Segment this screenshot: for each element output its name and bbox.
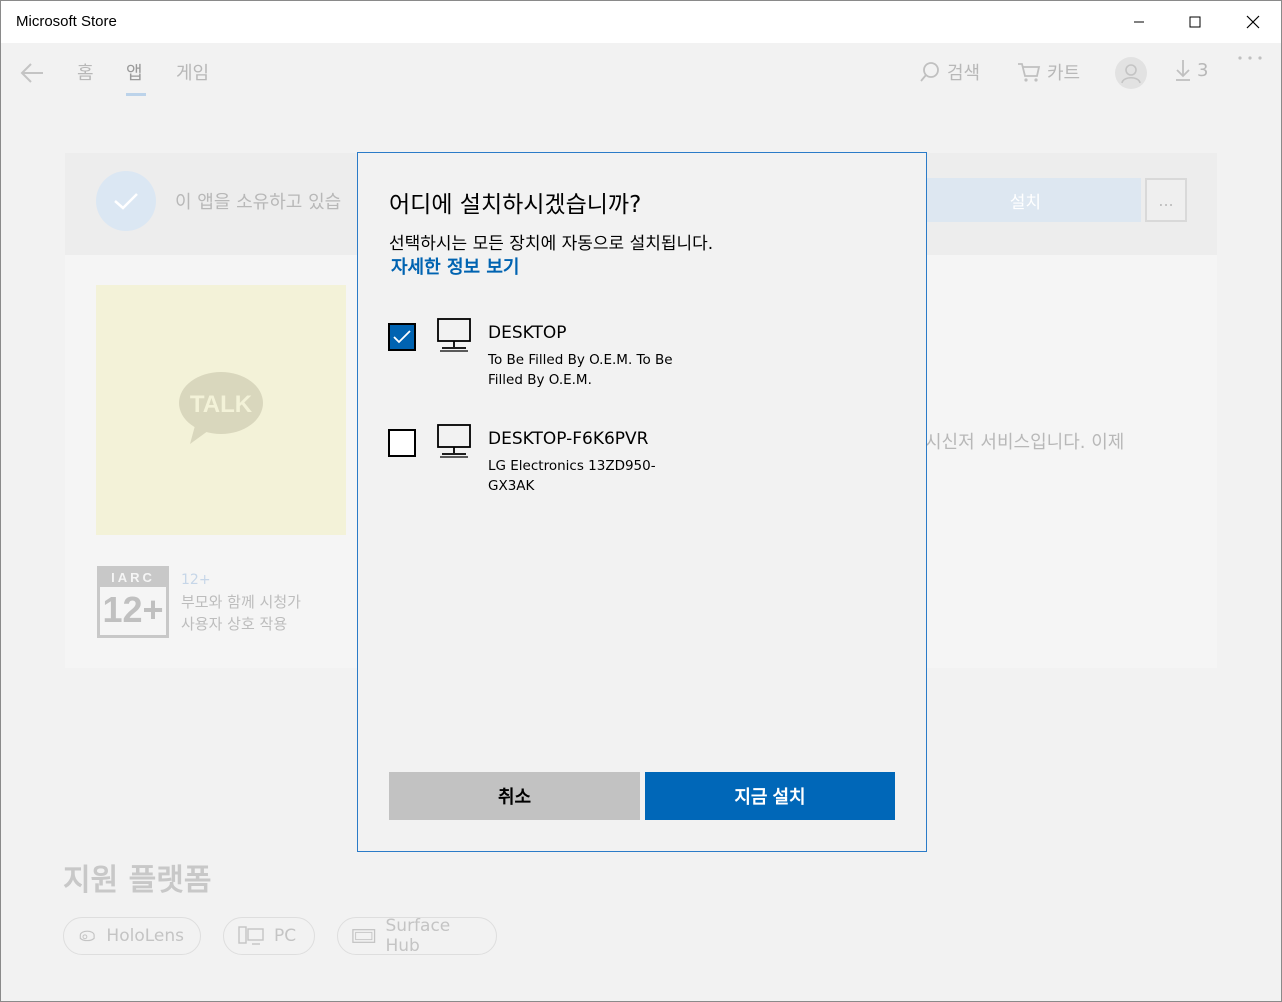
rating-line-1: 부모와 함께 시청가 bbox=[181, 593, 301, 611]
more-options-button[interactable]: ... bbox=[1145, 178, 1187, 222]
close-button[interactable] bbox=[1225, 1, 1281, 43]
user-icon bbox=[1121, 64, 1141, 84]
platform-label: Surface Hub bbox=[385, 916, 451, 956]
rating-line-2: 사용자 상호 작용 bbox=[181, 615, 288, 633]
platform-chip-pc[interactable]: PC bbox=[223, 917, 315, 955]
user-avatar-button[interactable] bbox=[1115, 57, 1147, 89]
checkmark-icon bbox=[393, 330, 411, 344]
device-checkbox[interactable] bbox=[388, 429, 416, 457]
install-button-background[interactable]: 설치 bbox=[905, 178, 1141, 222]
more-dots-icon bbox=[1238, 56, 1262, 60]
device-checkbox[interactable] bbox=[388, 323, 416, 351]
install-location-dialog: 어디에 설치하시겠습니까? 선택하시는 모든 장치에 자동으로 설치됩니다. 자… bbox=[357, 152, 927, 852]
rating-age: 12+ bbox=[181, 572, 211, 588]
iarc-rating-badge: IARC 12+ bbox=[97, 566, 169, 638]
download-arrow-icon bbox=[1176, 60, 1190, 81]
install-button-label: 설치 bbox=[1009, 192, 1041, 213]
platforms-heading: 지원 플랫폼 bbox=[63, 863, 212, 898]
search-button[interactable]: 검색 bbox=[919, 59, 980, 85]
title-bar: Microsoft Store bbox=[1, 1, 1281, 43]
owned-check-badge bbox=[96, 171, 156, 231]
back-arrow-icon bbox=[20, 63, 43, 83]
device-description: LG Electronics 13ZD950-GX3AK bbox=[488, 458, 656, 494]
minimize-button[interactable] bbox=[1111, 1, 1167, 43]
maximize-button[interactable] bbox=[1167, 1, 1223, 43]
platform-chip-surface-hub[interactable]: Surface Hub bbox=[337, 916, 497, 956]
back-button[interactable] bbox=[19, 59, 47, 87]
device-option-desktop[interactable]: DESKTOP To Be Filled By O.E.M. To Be Fil… bbox=[388, 313, 888, 393]
device-name: DESKTOP-F6K6PVR bbox=[488, 429, 649, 449]
platform-chip-hololens[interactable]: HoloLens bbox=[63, 917, 201, 955]
owned-message: 이 앱을 소유하고 있습 bbox=[175, 192, 342, 213]
cart-icon bbox=[1018, 63, 1041, 82]
search-label: 검색 bbox=[947, 63, 981, 84]
more-options-label: ... bbox=[1158, 190, 1174, 210]
app-logo-tile: TALK bbox=[96, 285, 346, 535]
platform-label: PC bbox=[274, 926, 297, 946]
dialog-subtitle: 선택하시는 모든 장치에 자동으로 설치됩니다. bbox=[389, 234, 714, 254]
nav-bar: 홈 앱 게임 검색 카트 3 bbox=[1, 43, 1281, 103]
minimize-icon bbox=[1134, 21, 1144, 23]
tab-apps[interactable]: 앱 bbox=[126, 59, 143, 85]
desktop-pc-icon bbox=[437, 424, 471, 458]
window-title: Microsoft Store bbox=[16, 13, 117, 30]
more-menu-button[interactable] bbox=[1237, 53, 1263, 63]
tab-home[interactable]: 홈 bbox=[77, 59, 94, 85]
active-tab-indicator bbox=[126, 93, 146, 96]
rating-details: 12+ 부모와 함께 시청가 사용자 상호 작용 bbox=[181, 569, 301, 635]
downloads-button[interactable]: 3 bbox=[1175, 59, 1208, 81]
desktop-pc-icon bbox=[437, 318, 471, 352]
tab-games[interactable]: 게임 bbox=[176, 59, 209, 85]
more-info-link[interactable]: 자세한 정보 보기 bbox=[391, 253, 519, 279]
dialog-title: 어디에 설치하시겠습니까? bbox=[389, 192, 642, 218]
checkmark-icon bbox=[114, 193, 138, 210]
pc-icon bbox=[238, 926, 264, 945]
hololens-icon bbox=[79, 930, 95, 942]
iarc-header: IARC bbox=[100, 569, 166, 587]
cart-label: 카트 bbox=[1047, 63, 1081, 84]
device-option-desktop-f6k6pvr[interactable]: DESKTOP-F6K6PVR LG Electronics 13ZD950-G… bbox=[388, 419, 888, 499]
app-description-fragment: 시신저 서비스입니다. 이제 bbox=[925, 432, 1125, 453]
downloads-count: 3 bbox=[1197, 59, 1209, 81]
store-window: Microsoft Store 홈 앱 게임 검색 카트 3 이 앱을 소유하고… bbox=[0, 0, 1282, 1002]
device-name: DESKTOP bbox=[488, 323, 567, 343]
install-now-button[interactable]: 지금 설치 bbox=[645, 772, 895, 820]
kakaotalk-logo-icon: TALK bbox=[179, 372, 263, 444]
iarc-age-number: 12+ bbox=[102, 589, 164, 630]
logo-text: TALK bbox=[190, 391, 253, 418]
cart-button[interactable]: 카트 bbox=[1017, 59, 1080, 85]
search-icon bbox=[920, 62, 939, 82]
maximize-icon bbox=[1189, 16, 1201, 28]
cancel-button[interactable]: 취소 bbox=[389, 772, 640, 820]
device-description: To Be Filled By O.E.M. To Be Filled By O… bbox=[488, 352, 673, 388]
surface-hub-icon bbox=[352, 929, 376, 943]
close-icon bbox=[1246, 15, 1260, 29]
platform-label: HoloLens bbox=[106, 926, 184, 946]
